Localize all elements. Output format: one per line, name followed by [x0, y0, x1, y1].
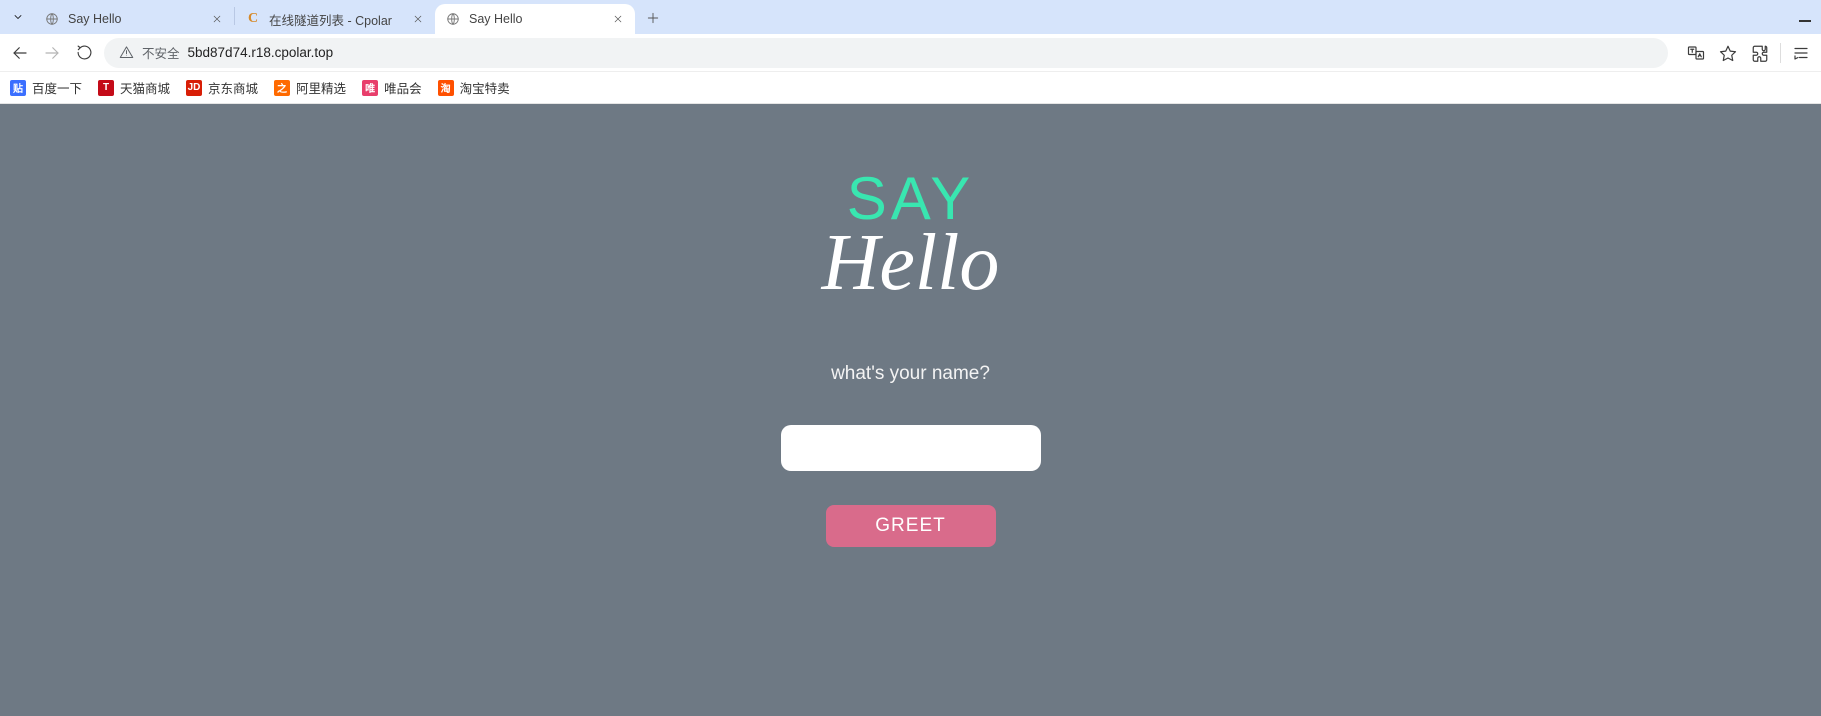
close-icon: [613, 14, 623, 24]
url-text: 5bd87d74.r18.cpolar.top: [188, 45, 334, 60]
nav-forward-button[interactable]: [40, 41, 64, 65]
tab-strip: Say Hello C 在线隧道列表 - Cpolar Say Hello: [0, 0, 1821, 34]
arrow-left-icon: [11, 44, 29, 62]
bookmark-baidu[interactable]: 贴 百度一下: [10, 78, 82, 97]
star-icon: [1719, 44, 1737, 62]
bookmark-icon: 唯: [362, 80, 378, 96]
name-prompt: what's your name?: [781, 363, 1041, 385]
close-icon: [212, 14, 222, 24]
list-icon: [1792, 44, 1810, 62]
page-viewport: SAY Hello what's your name? GREET: [0, 104, 1821, 716]
bookmark-jd[interactable]: JD 京东商城: [186, 78, 258, 97]
plus-icon: [646, 11, 660, 25]
tab-close-button[interactable]: [611, 12, 625, 26]
bookmark-label: 阿里精选: [296, 78, 346, 97]
arrow-right-icon: [43, 44, 61, 62]
bookmark-label: 百度一下: [32, 78, 82, 97]
new-tab-button[interactable]: [639, 4, 667, 32]
globe-icon: [445, 11, 461, 27]
window-minimize-button[interactable]: [1799, 20, 1811, 22]
not-secure-label: 不安全: [142, 43, 180, 62]
toolbar: 不安全 5bd87d74.r18.cpolar.top: [0, 34, 1821, 72]
bookmark-icon: JD: [186, 80, 202, 96]
extensions-button[interactable]: [1748, 41, 1772, 65]
browser-window: Say Hello C 在线隧道列表 - Cpolar Say Hello: [0, 0, 1821, 716]
tab-title: 在线隧道列表 - Cpolar: [269, 10, 403, 29]
bookmark-icon: 贴: [10, 80, 26, 96]
bookmark-tmall[interactable]: T 天猫商城: [98, 78, 170, 97]
globe-icon: [44, 11, 60, 27]
tabs-dropdown-button[interactable]: [8, 7, 28, 27]
bookmark-icon: T: [98, 80, 114, 96]
separator: [1780, 43, 1781, 63]
translate-icon: [1687, 44, 1705, 62]
not-secure-icon: [118, 45, 134, 61]
bookmark-label: 唯品会: [384, 78, 422, 97]
bookmark-icon: 淘: [438, 80, 454, 96]
bookmark-label: 京东商城: [208, 78, 258, 97]
bookmark-taobao[interactable]: 淘 淘宝特卖: [438, 78, 510, 97]
reload-icon: [76, 44, 93, 61]
bookmark-label: 天猫商城: [120, 78, 170, 97]
chevron-down-icon: [12, 11, 24, 23]
tab-close-button[interactable]: [411, 12, 425, 26]
tab-say-hello-1[interactable]: Say Hello: [34, 4, 234, 34]
greeting-form: SAY Hello what's your name? GREET: [781, 164, 1041, 716]
bookmark-ali[interactable]: 之 阿里精选: [274, 78, 346, 97]
cpolar-icon: C: [245, 11, 261, 27]
tab-cpolar-tunnels[interactable]: C 在线隧道列表 - Cpolar: [235, 4, 435, 34]
tab-say-hello-active[interactable]: Say Hello: [435, 4, 635, 34]
translate-button[interactable]: [1684, 41, 1708, 65]
tab-close-button[interactable]: [210, 12, 224, 26]
bookmark-star-button[interactable]: [1716, 41, 1740, 65]
toolbar-right: [1684, 41, 1813, 65]
reload-button[interactable]: [72, 41, 96, 65]
heading-hello: Hello: [781, 223, 1041, 303]
bookmarks-bar: 贴 百度一下 T 天猫商城 JD 京东商城 之 阿里精选 唯 唯品会 淘 淘宝特…: [0, 72, 1821, 104]
reading-list-button[interactable]: [1789, 41, 1813, 65]
puzzle-icon: [1751, 44, 1769, 62]
tab-title: Say Hello: [68, 12, 202, 26]
name-input[interactable]: [781, 425, 1041, 471]
greet-button[interactable]: GREET: [826, 505, 996, 547]
bookmark-label: 淘宝特卖: [460, 78, 510, 97]
nav-back-button[interactable]: [8, 41, 32, 65]
address-bar[interactable]: 不安全 5bd87d74.r18.cpolar.top: [104, 38, 1668, 68]
close-icon: [413, 14, 423, 24]
bookmark-icon: 之: [274, 80, 290, 96]
bookmark-vip[interactable]: 唯 唯品会: [362, 78, 422, 97]
tab-title: Say Hello: [469, 12, 603, 26]
